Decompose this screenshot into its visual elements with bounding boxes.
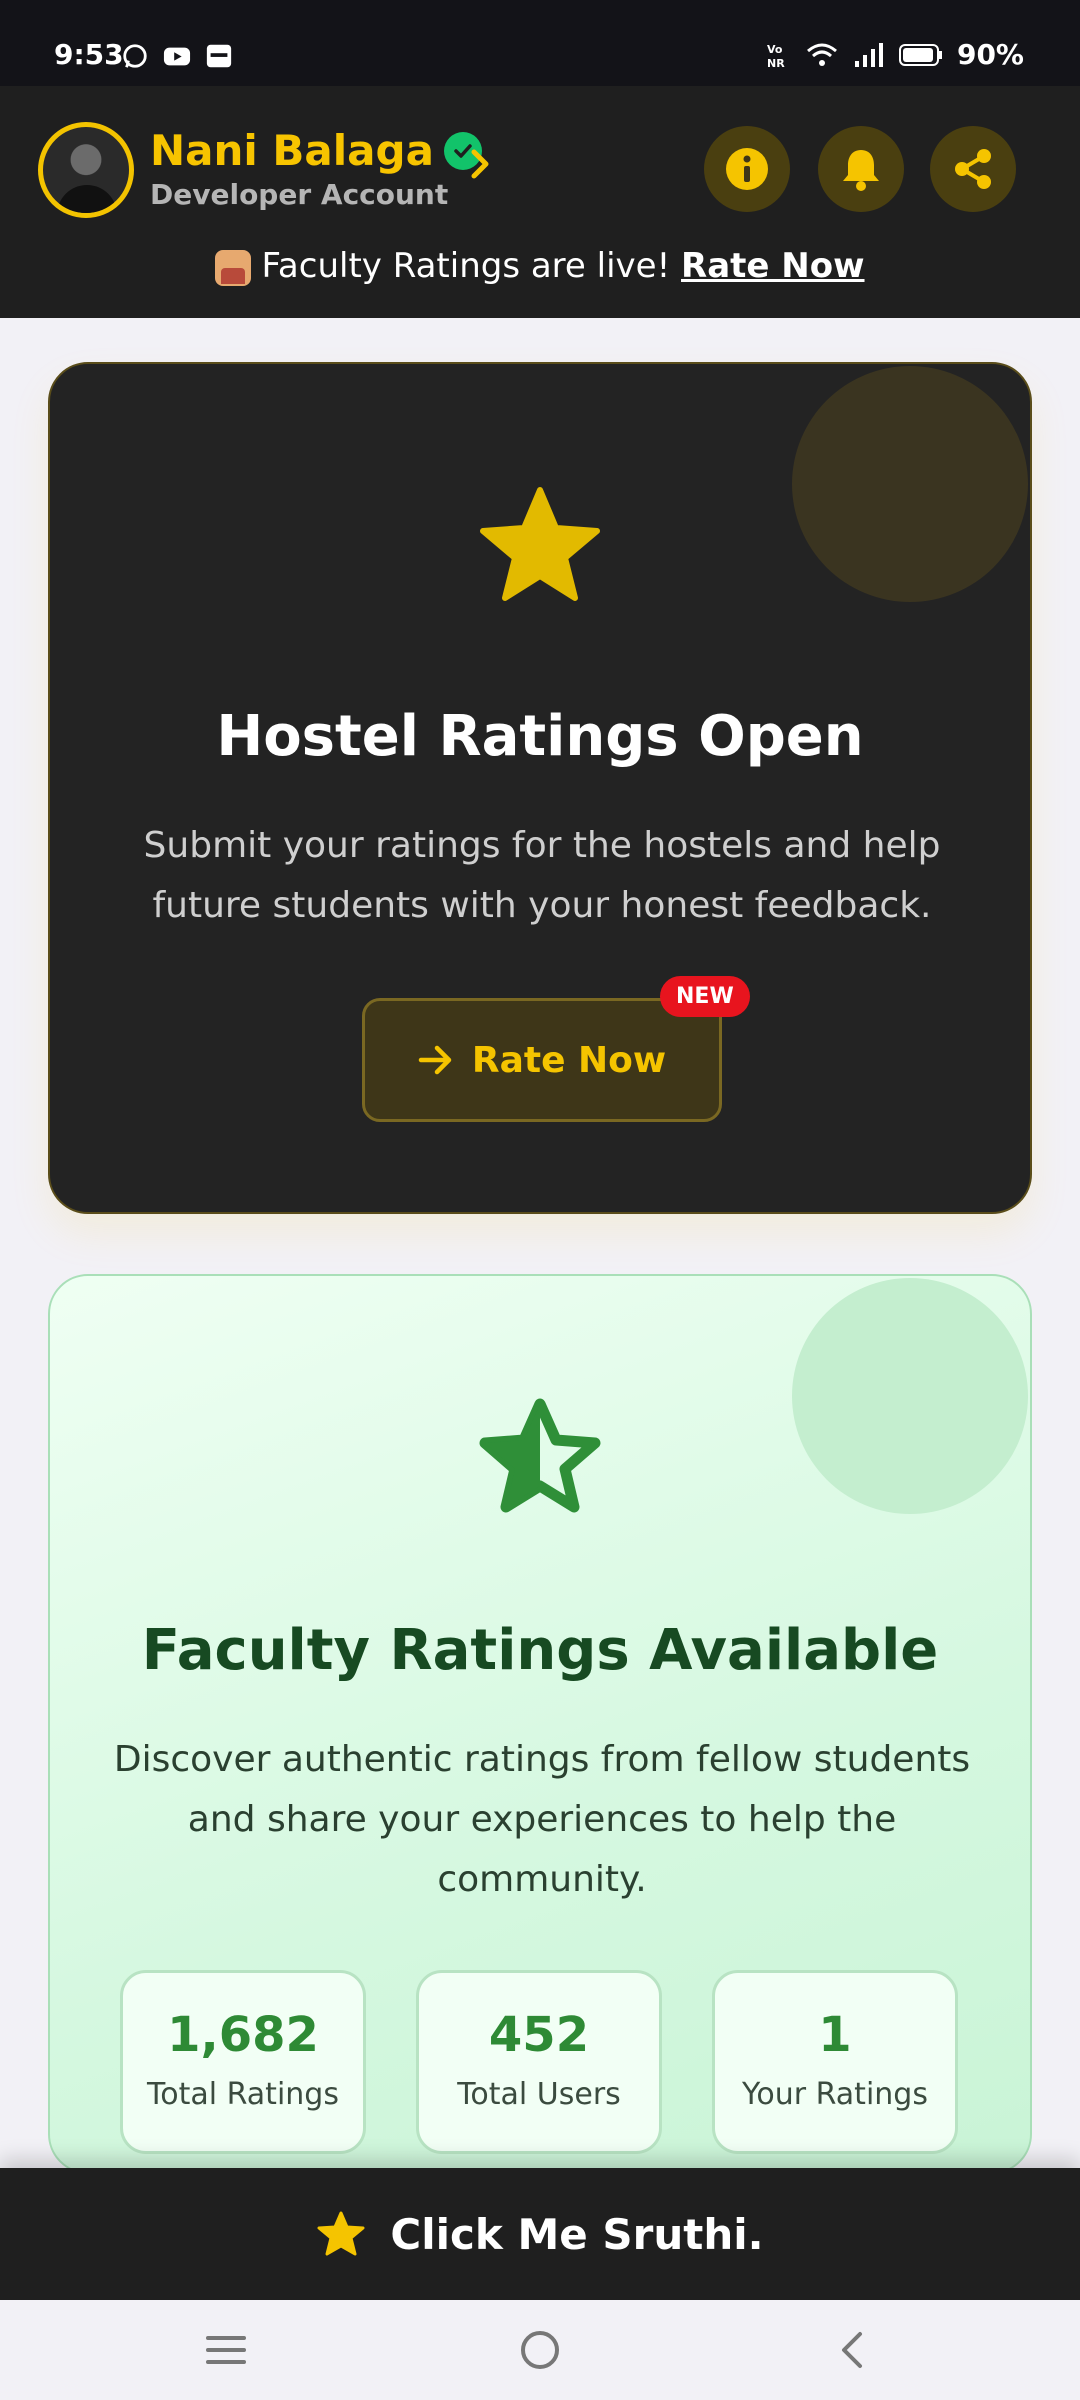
hostel-card-description: Submit your ratings for the hostels and … (143, 825, 941, 926)
notifications-button[interactable] (818, 126, 904, 212)
user-name-row[interactable]: Nani Balaga (150, 126, 482, 175)
stat-your-ratings: 1 Your Ratings (712, 1970, 958, 2154)
volte-icon: VoNR (767, 43, 785, 69)
info-icon (726, 148, 768, 190)
decorative-circle (792, 366, 1028, 602)
app-header: Nani Balaga Developer Account Faculty Ra… (0, 86, 1080, 318)
stat-value: 1 (818, 2007, 852, 2063)
status-right: Vo NR 90% (767, 38, 1024, 71)
stat-total-ratings: 1,682 Total Ratings (120, 1970, 366, 2154)
announcement-banner: Faculty Ratings are live! Rate Now (0, 246, 1080, 286)
star-icon (317, 2211, 365, 2256)
battery-percent: 90% (956, 38, 1024, 71)
avatar[interactable] (38, 122, 134, 218)
stat-value: 1,682 (167, 2007, 319, 2063)
stat-label: Your Ratings (742, 2077, 928, 2112)
rate-now-button[interactable]: Rate Now (362, 998, 722, 1122)
info-button[interactable] (704, 126, 790, 212)
hostel-ratings-card: Hostel Ratings Open Submit your ratings … (48, 362, 1032, 1214)
home-nav-button[interactable] (510, 2320, 570, 2380)
wifi-icon (806, 43, 837, 66)
back-nav-button[interactable] (822, 2320, 882, 2380)
chevron-right-icon[interactable] (466, 144, 496, 184)
faculty-ratings-card: Faculty Ratings Available Discover authe… (48, 1274, 1032, 2174)
menu-icon (206, 2336, 246, 2364)
teacher-emoji-icon (215, 249, 252, 286)
user-name: Nani Balaga (150, 126, 434, 175)
status-left-icons (120, 42, 234, 70)
stat-total-users: 452 Total Users (416, 1970, 662, 2154)
signal-icon (854, 42, 883, 67)
bottom-bar-label: Click Me Sruthi. (390, 2209, 764, 2259)
battery-icon (898, 43, 942, 66)
half-star-icon (479, 1398, 601, 1513)
faculty-card-description: Discover authentic ratings from fellow s… (113, 1739, 971, 1900)
status-time: 9:53 (54, 38, 124, 71)
faculty-card-title: Faculty Ratings Available (141, 1618, 939, 1683)
stat-label: Total Ratings (147, 2077, 339, 2112)
app-icon (206, 44, 232, 68)
menu-nav-button[interactable] (196, 2320, 256, 2380)
svg-text:Vo: Vo (767, 43, 783, 56)
whatsapp-icon (123, 44, 147, 68)
share-icon (955, 149, 991, 189)
svg-text:NR: NR (767, 57, 785, 69)
share-button[interactable] (930, 126, 1016, 212)
decorative-circle (792, 1278, 1028, 1514)
arrow-right-icon (418, 1045, 452, 1075)
stat-label: Total Users (457, 2077, 621, 2112)
bell-icon (843, 150, 879, 191)
status-bar: 9:53 Vo NR 90% (0, 0, 1080, 86)
bottom-action-bar[interactable]: Click Me Sruthi. (0, 2168, 1080, 2300)
youtube-icon (163, 47, 191, 66)
star-icon (480, 487, 600, 601)
system-nav-bar (0, 2300, 1080, 2400)
hostel-card-title: Hostel Ratings Open (216, 704, 864, 769)
home-icon (521, 2331, 559, 2369)
new-badge: NEW (660, 976, 750, 1017)
account-type: Developer Account (150, 178, 449, 211)
rate-now-label: Rate Now (471, 1039, 667, 1081)
announcement-text: Faculty Ratings are live! (261, 246, 682, 286)
back-icon (842, 2332, 862, 2368)
announcement-rate-now-link[interactable]: Rate Now (681, 246, 865, 286)
stat-value: 452 (488, 2007, 590, 2063)
